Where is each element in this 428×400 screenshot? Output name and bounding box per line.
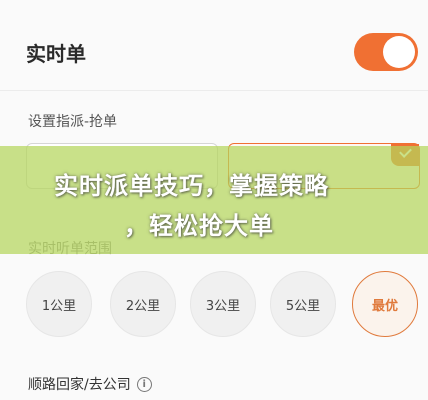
banner-line-1: 实时派单技巧，掌握策略 <box>54 172 329 200</box>
route-home-office-setting[interactable]: 顺路回家/去公司 i <box>28 374 152 394</box>
page-title: 实时单 <box>26 42 86 66</box>
radius-option-5km[interactable]: 5公里 <box>270 271 336 337</box>
radius-option-2km[interactable]: 2公里 <box>110 271 176 337</box>
radius-option-1km[interactable]: 1公里 <box>26 271 92 337</box>
assign-section-label: 设置指派-抢单 <box>28 114 118 130</box>
info-icon[interactable]: i <box>136 376 152 392</box>
route-label: 顺路回家/去公司 <box>28 377 131 393</box>
overlay-banner: 实时派单技巧，掌握策略 ，轻松抢大单 <box>0 146 428 254</box>
banner-line-2: ，轻松抢大单 <box>124 212 274 240</box>
toggle-knob <box>383 36 415 68</box>
realtime-order-toggle[interactable] <box>354 33 418 71</box>
divider <box>0 90 428 91</box>
radius-option-best[interactable]: 最优 <box>352 271 418 337</box>
radius-option-3km[interactable]: 3公里 <box>190 271 256 337</box>
